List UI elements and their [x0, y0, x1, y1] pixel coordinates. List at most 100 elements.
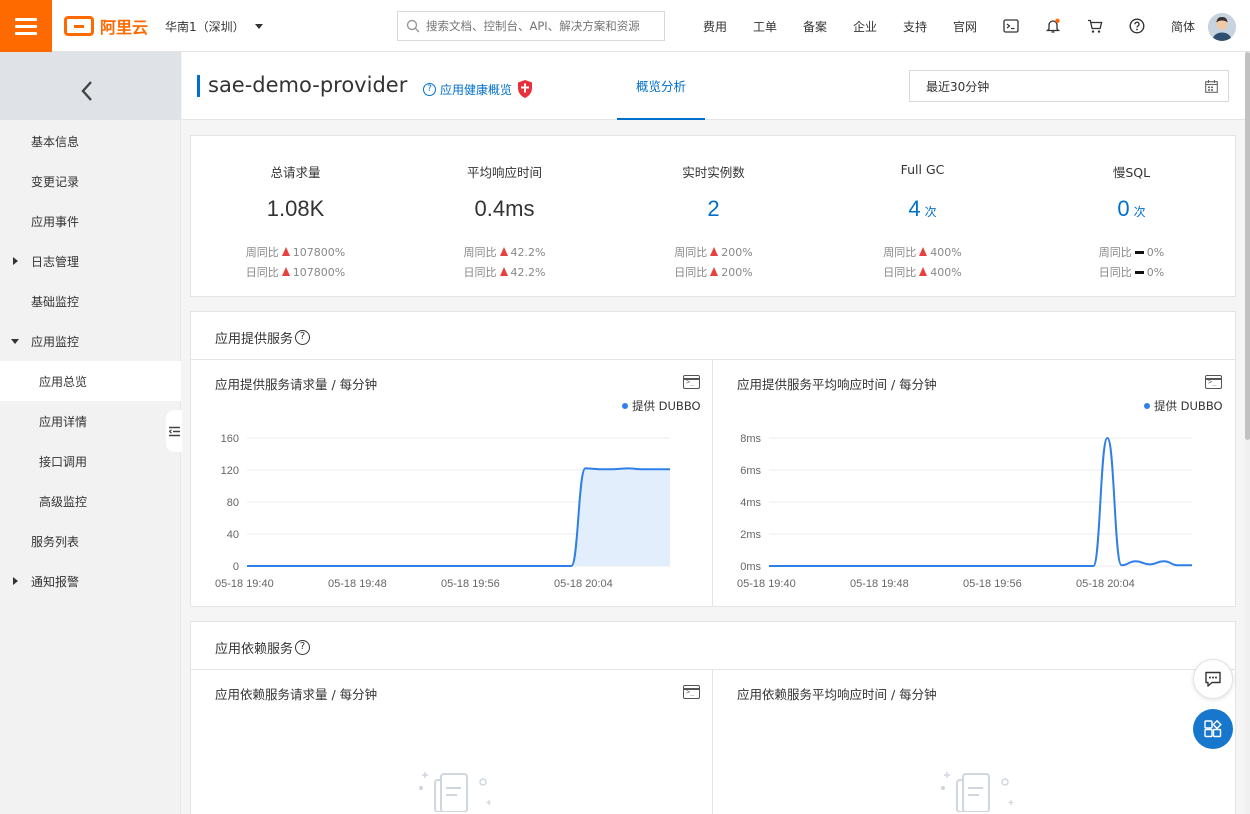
sidebar-item-api-calls[interactable]: 接口调用 — [0, 441, 181, 481]
notification-dot — [1055, 18, 1060, 23]
stat-dod: 日同比 200% — [609, 264, 818, 280]
y-tick-label: 2ms — [740, 529, 761, 541]
divider — [712, 670, 713, 814]
stats-card: 总请求量 1.08K 周同比 107800% 日同比 107800% 平均响应时间 … — [190, 135, 1236, 297]
stat-label: 总请求量 — [270, 165, 321, 180]
chart-title: 应用提供服务请求量 / 每分钟 — [215, 377, 378, 392]
x-tick-label: 05-18 20:04 — [1076, 578, 1135, 590]
chart-legend[interactable]: 提供 DUBBO — [622, 398, 701, 414]
sidebar-item-basic-monitoring[interactable]: 基础监控 — [0, 281, 181, 321]
search-box[interactable] — [397, 11, 665, 41]
help-circle-icon[interactable]: ? — [295, 330, 311, 345]
console-icon[interactable] — [683, 375, 700, 389]
wow-label: 周同比 — [1098, 246, 1132, 259]
scrollbar-thumb[interactable] — [1245, 52, 1250, 440]
bell-icon[interactable] — [1032, 18, 1074, 34]
app-health-link[interactable]: ? 应用健康概览 — [423, 79, 534, 99]
y-tick-label: 40 — [227, 529, 239, 541]
x-tick-label: 05-18 19:40 — [215, 578, 274, 590]
nav-official-site[interactable]: 官网 — [940, 18, 990, 35]
nav-icp[interactable]: 备案 — [790, 18, 840, 35]
stat-wow: 周同比 200% — [609, 244, 818, 260]
legend-dot — [622, 403, 628, 409]
dod-value: 107800% — [292, 265, 346, 279]
search-input[interactable] — [426, 19, 656, 33]
avatar[interactable] — [1208, 13, 1236, 41]
wow-value: 200% — [721, 245, 753, 259]
chart-title: 应用提供服务平均响应时间 / 每分钟 — [737, 377, 937, 392]
wow-label: 周同比 — [883, 246, 917, 259]
section-title: 应用提供服务? — [215, 328, 311, 347]
nav-fees[interactable]: 费用 — [690, 18, 740, 35]
chart-legend[interactable]: 提供 DUBBO — [1144, 398, 1223, 414]
stat-value[interactable]: 4次 — [818, 196, 1027, 222]
time-range-picker[interactable]: 最近30分钟 — [909, 70, 1229, 102]
apps-button[interactable] — [1193, 709, 1233, 749]
sidebar-item-app-events[interactable]: 应用事件 — [0, 201, 181, 241]
nav-support[interactable]: 支持 — [890, 18, 940, 35]
back-chevron-icon[interactable] — [80, 80, 94, 102]
stat-value[interactable]: 2 — [609, 196, 818, 222]
stat-wow: 周同比 107800% — [191, 244, 400, 260]
x-tick-label: 05-18 19:40 — [737, 578, 796, 590]
legend-label: 提供 DUBBO — [1154, 399, 1223, 413]
sidebar-item-basic-info[interactable]: 基本信息 — [0, 121, 181, 161]
time-range-value: 最近30分钟 — [926, 79, 990, 94]
response-time-line-chart: 0ms 2ms 4ms 6ms 8ms 05-18 19:40 05-18 19:48 05-… — [737, 433, 1192, 590]
nav-enterprise[interactable]: 企业 — [840, 18, 890, 35]
y-tick-label: 4ms — [740, 497, 761, 509]
stat-value-number: 0 — [1117, 196, 1130, 221]
nav-tickets[interactable]: 工单 — [740, 18, 790, 35]
chevron-down-icon — [254, 24, 263, 29]
sidebar-item-change-log[interactable]: 变更记录 — [0, 161, 181, 201]
dod-label: 日同比 — [674, 266, 708, 279]
caret-down-icon — [11, 338, 19, 344]
hamburger-menu-button[interactable] — [0, 0, 52, 52]
x-tick-label: 05-18 19:48 — [850, 578, 909, 590]
sidebar-item-app-details[interactable]: 应用详情 — [0, 401, 181, 441]
stat-value-number: 2 — [707, 196, 720, 221]
stat-full-gc[interactable]: Full GC 4次 周同比 400% 日同比 400% — [818, 136, 1027, 296]
stat-slow-sql[interactable]: 慢SQL 0次 周同比 0% 日同比 0% — [1027, 136, 1236, 296]
sidebar-item-advanced-monitoring[interactable]: 高级监控 — [0, 481, 181, 521]
dod-value: 200% — [721, 265, 753, 279]
dependent-services-card: 应用依赖服务? 应用依赖服务请求量 / 每分钟 应用依赖服务平均响应时间 / 每… — [190, 621, 1236, 814]
region-selector[interactable]: 华南1（深圳） — [165, 18, 263, 35]
sidebar-item-label: 高级监控 — [39, 494, 88, 509]
chat-icon — [1205, 671, 1221, 687]
stat-value-number: 1.08K — [266, 196, 325, 221]
empty-data-icon — [419, 772, 491, 812]
sidebar-item-label: 基础监控 — [31, 294, 80, 309]
section-title-text: 应用依赖服务 — [215, 642, 294, 657]
dod-label: 日同比 — [1098, 266, 1132, 279]
requests-area-chart: 0 40 80 120 160 05-18 19:40 05-18 19:48 05-18 1… — [215, 433, 670, 590]
sidebar-item-label: 应用事件 — [31, 214, 80, 229]
sidebar-item-app-overview[interactable]: 应用总览 — [0, 361, 181, 401]
sidebar-item-label: 服务列表 — [31, 534, 80, 549]
section-title: 应用依赖服务? — [215, 638, 311, 657]
sidebar-item-log-management[interactable]: 日志管理 — [0, 241, 181, 281]
terminal-icon[interactable] — [990, 19, 1032, 33]
sidebar-item-alerts[interactable]: 通知报警 — [0, 561, 181, 601]
help-circle-icon[interactable]: ? — [295, 640, 311, 655]
stat-dod: 日同比 0% — [1027, 264, 1236, 280]
stat-value[interactable]: 0次 — [1027, 196, 1236, 222]
dod-label: 日同比 — [245, 266, 279, 279]
tab-overview-analysis[interactable]: 概览分析 — [617, 52, 705, 120]
tab-label: 概览分析 — [635, 78, 686, 94]
aliyun-logo[interactable]: 阿里云 — [64, 14, 148, 38]
cart-icon[interactable] — [1074, 19, 1116, 34]
sidebar-item-service-list[interactable]: 服务列表 — [0, 521, 181, 561]
sidebar-item-app-monitoring[interactable]: 应用监控 — [0, 321, 181, 361]
arrow-up-icon — [499, 266, 508, 276]
language-switch[interactable]: 简体 — [1158, 18, 1208, 35]
top-nav: 费用 工单 备案 企业 支持 官网 简体 — [690, 0, 1208, 52]
chat-button[interactable] — [1193, 659, 1233, 699]
help-icon[interactable] — [1116, 18, 1158, 34]
sidebar-collapse-handle[interactable] — [166, 410, 182, 452]
wow-value: 42.2% — [510, 245, 546, 259]
stat-dod: 日同比 400% — [818, 264, 1027, 280]
console-icon[interactable] — [683, 685, 700, 699]
console-icon[interactable] — [1205, 375, 1222, 389]
stat-live-instances[interactable]: 实时实例数 2 周同比 200% 日同比 200% — [609, 136, 818, 296]
